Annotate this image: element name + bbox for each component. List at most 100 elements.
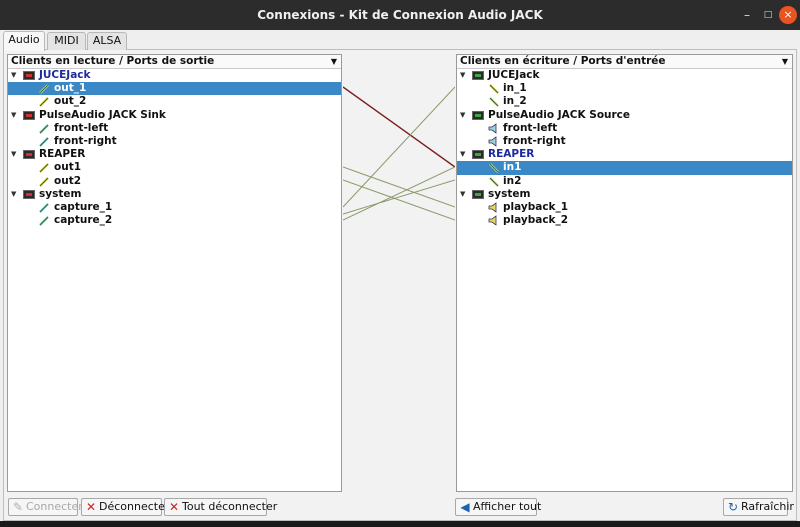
client-icon: [472, 71, 484, 80]
minimize-icon[interactable]: –: [738, 6, 756, 24]
input-speaker-icon: [488, 122, 497, 134]
show-all-button-label: Afficher tout: [473, 500, 542, 513]
client-icon: [472, 110, 484, 120]
input-port-icon: [489, 163, 499, 174]
connection-line: [343, 86, 455, 208]
expand-arrow-icon[interactable]: ▼: [11, 188, 19, 201]
port-name: out1: [54, 161, 82, 174]
expand-arrow-icon[interactable]: ▼: [460, 148, 468, 161]
expand-arrow-icon[interactable]: ▼: [11, 148, 19, 161]
port-name: capture_2: [54, 214, 113, 227]
input-port-icon: [489, 176, 499, 187]
connect-button-label: Connecter: [26, 500, 83, 513]
client-row[interactable]: ▼ system: [457, 188, 792, 201]
close-icon[interactable]: ×: [779, 6, 797, 24]
client-row[interactable]: ▼ REAPER: [457, 148, 792, 161]
client-icon: [23, 150, 35, 160]
port-row[interactable]: playback_2: [457, 214, 792, 227]
output-port-icon: [39, 97, 49, 108]
disconnect-all-button[interactable]: ✕ Tout déconnecter: [164, 498, 277, 516]
expand-arrow-icon[interactable]: ▼: [11, 69, 19, 82]
port-row[interactable]: out1: [8, 161, 341, 174]
connect-button[interactable]: ✎ Connecter: [8, 498, 83, 516]
tab-audio[interactable]: Audio: [3, 31, 45, 51]
port-row[interactable]: front-left: [457, 122, 792, 135]
port-row[interactable]: in2: [457, 175, 792, 188]
connection-line: [343, 166, 455, 221]
port-name: in1: [503, 161, 522, 174]
refresh-button-label: Rafraîchir: [741, 500, 794, 513]
port-row[interactable]: in_1: [457, 82, 792, 95]
tab-midi[interactable]: MIDI: [47, 32, 86, 50]
port-row[interactable]: front-left: [8, 122, 341, 135]
port-row[interactable]: in1: [457, 161, 792, 175]
port-name: in_1: [503, 82, 527, 95]
disconnect-icon: ✕: [85, 500, 97, 514]
client-row[interactable]: ▼ system: [8, 188, 341, 201]
connection-line: [343, 166, 455, 208]
port-row[interactable]: out_2: [8, 95, 341, 108]
client-name: PulseAudio JACK Sink: [39, 108, 166, 121]
disconnect-all-button-label: Tout déconnecter: [182, 500, 278, 513]
port-name: front-left: [54, 121, 109, 134]
port-name: in2: [503, 174, 522, 187]
output-port-icon: [39, 137, 49, 147]
expand-icon: ◀: [460, 500, 470, 514]
disconnect-button[interactable]: ✕ Déconnecter: [81, 498, 169, 516]
tab-alsa[interactable]: ALSA: [87, 32, 127, 50]
client-name: JUCEJack: [488, 69, 540, 81]
window-title: Connexions - Kit de Connexion Audio JACK: [257, 8, 543, 22]
port-name: playback_1: [503, 200, 569, 213]
client-row[interactable]: ▼ PulseAudio JACK Source: [457, 109, 792, 122]
input-speaker-icon: [488, 215, 497, 226]
port-row[interactable]: capture_2: [8, 214, 341, 227]
input-ports-panel[interactable]: Clients en écriture / Ports d'entrée ▼ ▼…: [456, 54, 793, 492]
refresh-button[interactable]: ↻ Rafraîchir: [723, 498, 794, 516]
connection-lines-view[interactable]: [343, 54, 455, 492]
client-name: system: [39, 187, 82, 200]
port-row[interactable]: capture_1: [8, 201, 341, 214]
client-name: REAPER: [488, 148, 535, 161]
connection-line: [343, 179, 455, 215]
connection-line: [343, 86, 455, 168]
client-name: REAPER: [39, 148, 86, 161]
output-port-icon: [39, 123, 49, 134]
show-all-button[interactable]: ◀ Afficher tout: [455, 498, 541, 516]
input-speaker-icon: [488, 202, 497, 213]
client-row[interactable]: ▼ JUCEJack: [457, 69, 792, 82]
input-ports-header[interactable]: Clients en écriture / Ports d'entrée ▼: [457, 55, 792, 69]
port-name: playback_2: [503, 214, 569, 227]
output-ports-header[interactable]: Clients en lecture / Ports de sortie ▼: [8, 55, 341, 69]
client-icon: [23, 110, 35, 120]
input-speaker-icon: [488, 136, 497, 147]
port-row[interactable]: in_2: [457, 95, 792, 108]
expand-arrow-icon[interactable]: ▼: [460, 109, 468, 122]
input-port-icon: [489, 84, 499, 95]
sort-arrow-icon[interactable]: ▼: [331, 55, 337, 68]
maximize-icon[interactable]: □: [759, 6, 777, 24]
expand-arrow-icon[interactable]: ▼: [460, 188, 468, 201]
expand-arrow-icon[interactable]: ▼: [11, 109, 19, 122]
client-row[interactable]: ▼ PulseAudio JACK Sink: [8, 109, 341, 122]
port-row[interactable]: out2: [8, 175, 341, 188]
output-ports-header-label: Clients en lecture / Ports de sortie: [11, 55, 215, 67]
output-ports-tree: ▼ JUCEJack out_1 out_2 ▼ PulseAudio JACK…: [8, 69, 341, 227]
port-row[interactable]: front-right: [8, 135, 341, 148]
client-row[interactable]: ▼ JUCEJack: [8, 69, 341, 82]
port-row[interactable]: out_1: [8, 82, 341, 96]
output-port-icon: [39, 84, 49, 95]
sort-arrow-icon[interactable]: ▼: [782, 55, 788, 68]
client-icon: [472, 150, 484, 160]
input-ports-tree: ▼ JUCEJack in_1 in_2 ▼ PulseAudio JACK S…: [457, 69, 792, 227]
port-name: out2: [54, 174, 82, 187]
client-name: PulseAudio JACK Source: [488, 108, 631, 121]
port-name: in_2: [503, 95, 527, 108]
desktop-strip: [0, 521, 800, 527]
client-name: system: [488, 187, 531, 200]
port-row[interactable]: playback_1: [457, 201, 792, 214]
port-row[interactable]: front-right: [457, 135, 792, 148]
expand-arrow-icon[interactable]: ▼: [460, 69, 468, 82]
title-bar[interactable]: Connexions - Kit de Connexion Audio JACK…: [0, 0, 800, 30]
output-ports-panel[interactable]: Clients en lecture / Ports de sortie ▼ ▼…: [7, 54, 342, 492]
client-row[interactable]: ▼ REAPER: [8, 148, 341, 161]
